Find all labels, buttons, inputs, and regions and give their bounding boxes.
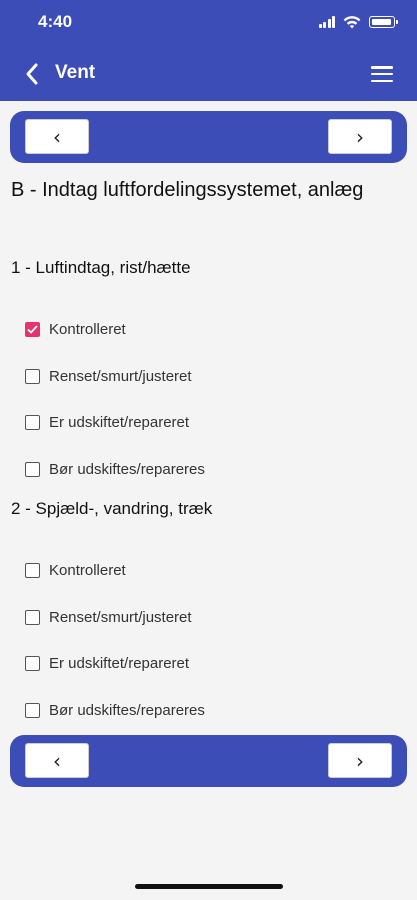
pager-top: ‹ › (10, 111, 407, 163)
back-button[interactable] (18, 60, 46, 88)
checkbox[interactable] (25, 702, 40, 718)
pager-bottom: ‹ › (10, 735, 407, 787)
checkbox[interactable] (25, 609, 40, 625)
page-title: Vent (55, 62, 96, 83)
section-title: B - Indtag luftfordelingssystemet, anlæg (11, 179, 364, 201)
checkbox[interactable] (25, 562, 40, 578)
checkbox-label: Renset/smurt/justeret (49, 367, 192, 385)
menu-button[interactable] (371, 64, 393, 84)
hamburger-menu-icon (371, 66, 393, 69)
status-time: 4:40 (38, 12, 73, 31)
checkbox-item[interactable]: Bør udskiftes/repareres (25, 699, 205, 721)
checkbox[interactable] (25, 414, 40, 430)
checkbox-label: Kontrolleret (49, 320, 126, 338)
status-icons (318, 14, 398, 30)
next-button[interactable]: › (328, 119, 392, 154)
checkbox-label: Renset/smurt/justeret (49, 608, 192, 626)
group-title-1: 1 - Luftindtag, rist/hætte (11, 258, 191, 277)
group-title-2: 2 - Spjæld-, vandring, træk (11, 499, 213, 518)
previous-button[interactable]: ‹ (25, 743, 89, 778)
checkbox[interactable] (25, 461, 40, 477)
checkbox-item[interactable]: Bør udskiftes/repareres (25, 458, 205, 480)
chevron-left-icon (26, 63, 38, 85)
checkbox-label: Bør udskiftes/repareres (49, 701, 205, 719)
app-header: 4:40 Vent (0, 0, 417, 101)
checkbox-item[interactable]: Er udskiftet/repareret (25, 411, 189, 433)
checkbox-item[interactable]: Renset/smurt/justeret (25, 365, 192, 387)
wifi-icon (343, 16, 361, 29)
signal-icon (318, 16, 335, 28)
checkbox-checked[interactable] (25, 321, 40, 337)
checkbox-item[interactable]: Kontrolleret (25, 559, 126, 581)
checkbox[interactable] (25, 655, 40, 671)
checkbox-label: Er udskiftet/repareret (49, 654, 190, 672)
checkbox-label: Kontrolleret (49, 561, 126, 579)
checkbox-item[interactable]: Kontrolleret (25, 318, 126, 340)
previous-button[interactable]: ‹ (25, 119, 89, 154)
checkbox-label: Bør udskiftes/repareres (49, 460, 205, 478)
next-button[interactable]: › (328, 743, 392, 778)
home-indicator[interactable] (135, 884, 283, 889)
checkbox-label: Er udskiftet/repareret (49, 413, 190, 431)
battery-icon (369, 16, 398, 28)
checkbox-item[interactable]: Renset/smurt/justeret (25, 606, 192, 628)
checkbox-item[interactable]: Er udskiftet/repareret (25, 652, 189, 674)
checkbox[interactable] (25, 368, 40, 384)
checkmark-icon (27, 324, 38, 334)
